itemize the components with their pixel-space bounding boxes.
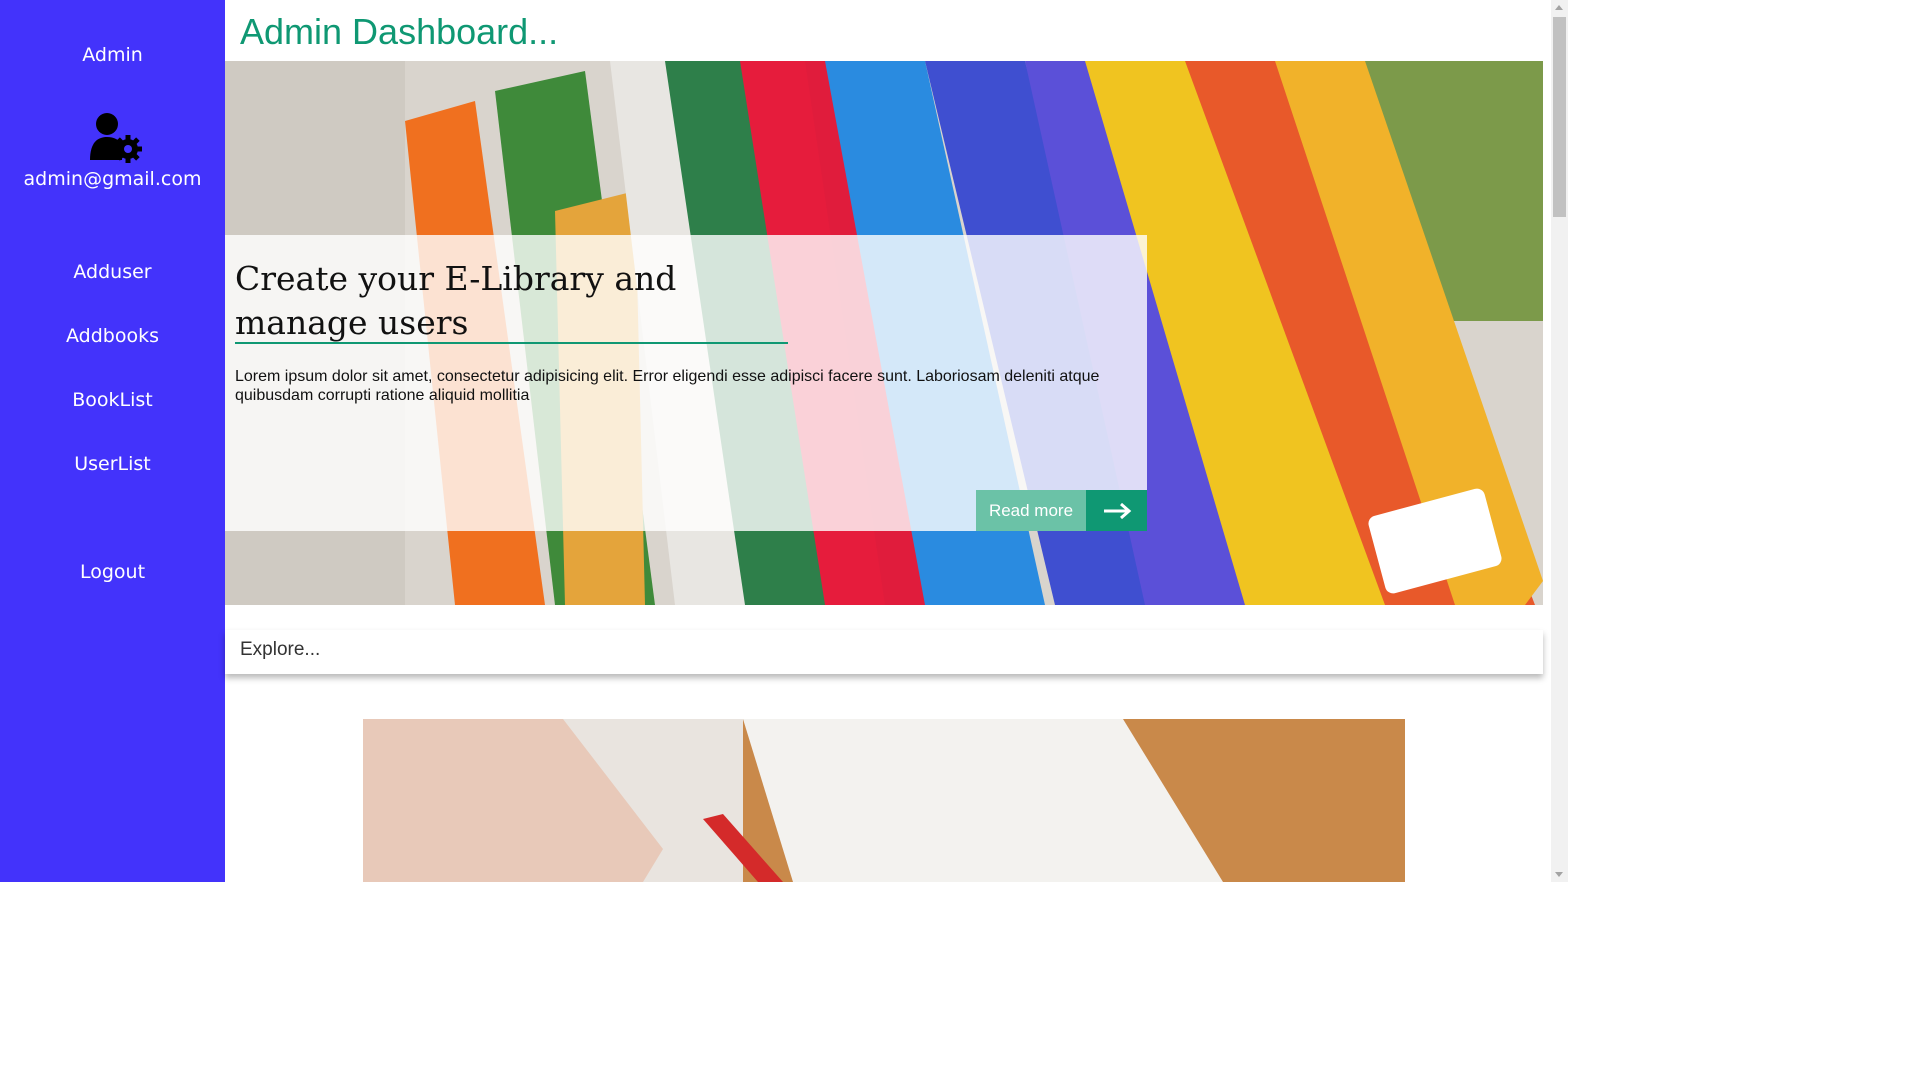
hero-divider bbox=[235, 342, 788, 344]
sidebar: Admin admin@gmail.com Adduser Addbooks B… bbox=[0, 0, 225, 882]
page-title: Admin Dashboard... bbox=[240, 11, 559, 52]
scroll-thumb[interactable] bbox=[1553, 17, 1566, 217]
header: Admin Dashboard... bbox=[225, 0, 1543, 61]
scroll-down-icon[interactable] bbox=[1555, 872, 1563, 877]
sidebar-item-addbooks[interactable]: Addbooks bbox=[0, 322, 225, 386]
sidebar-nav: Adduser Addbooks BookList UserList bbox=[0, 258, 225, 514]
scroll-up-icon[interactable] bbox=[1555, 5, 1563, 10]
hero-card: Create your E-Library and manage users L… bbox=[225, 235, 1147, 531]
hero-banner: Create your E-Library and manage users L… bbox=[225, 61, 1543, 605]
sidebar-item-adduser[interactable]: Adduser bbox=[0, 258, 225, 322]
read-more-button[interactable]: Read more bbox=[976, 490, 1147, 531]
page-scrollbar[interactable] bbox=[1551, 0, 1568, 882]
arrow-right-icon bbox=[1086, 490, 1147, 531]
sidebar-item-booklist[interactable]: BookList bbox=[0, 386, 225, 450]
explore-bar: Explore... bbox=[225, 630, 1543, 674]
hero-heading: Create your E-Library and manage users bbox=[235, 259, 677, 342]
admin-email: admin@gmail.com bbox=[23, 168, 202, 190]
logout-link[interactable]: Logout bbox=[0, 561, 225, 583]
explore-label: Explore... bbox=[240, 639, 321, 660]
hero-text: Lorem ipsum dolor sit amet, consectetur … bbox=[235, 368, 1100, 404]
hand-writing-photo bbox=[363, 719, 1405, 882]
sidebar-item-userlist[interactable]: UserList bbox=[0, 450, 225, 514]
sidebar-title: Admin bbox=[82, 44, 143, 66]
read-more-label: Read more bbox=[976, 490, 1086, 531]
user-gear-icon bbox=[88, 112, 144, 166]
